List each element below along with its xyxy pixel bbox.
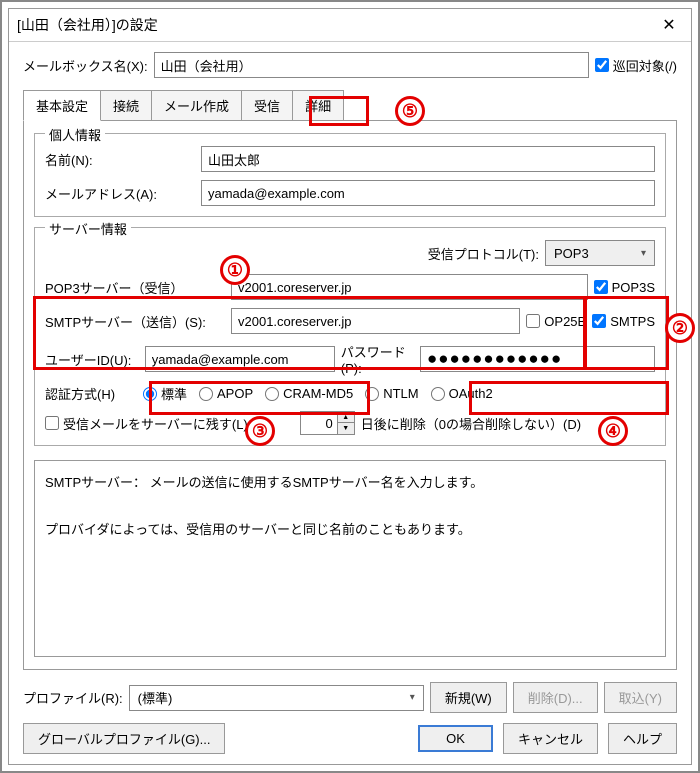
recv-proto-label: 受信プロトコル(T): [428,244,539,263]
userid-input[interactable] [145,346,335,372]
smtp-label: SMTPサーバー（送信）(S): [45,312,225,331]
pop3s-label: POP3S [612,280,655,295]
address-input[interactable] [201,180,655,206]
spinner-down-icon[interactable]: ▼ [338,423,354,434]
pop3-label: POP3サーバー（受信） [45,278,225,297]
address-label: メールアドレス(A): [45,184,195,203]
auth-radio-group: 標準 APOP CRAM-MD5 NTLM OAuth2 [143,384,493,403]
help-line1: SMTPサーバー： メールの送信に使用するSMTPサーバー名を入力します。 [45,471,655,494]
auth-radio-ntlm[interactable]: NTLM [365,386,418,401]
name-input[interactable] [201,146,655,172]
tab-basic[interactable]: 基本設定 [23,90,101,121]
auth-radio-standard[interactable]: 標準 [143,384,187,403]
profile-import-button[interactable]: 取込(Y) [604,682,677,713]
server-info-group: サーバー情報 受信プロトコル(T): POP3 ▾ POP3サーバー（受信） P… [34,227,666,446]
userid-label: ユーザーID(U): [45,350,139,369]
spinner-up-icon[interactable]: ▲ [338,412,354,423]
days-suffix-label: 日後に削除（0の場合削除しない）(D) [361,414,581,433]
profile-new-button[interactable]: 新規(W) [430,682,507,713]
tab-receive[interactable]: 受信 [241,90,293,120]
personal-legend: 個人情報 [45,125,105,144]
window-title: [山田（会社用）]の設定 [17,15,655,35]
chevron-down-icon: ▾ [641,248,646,259]
tab-compose[interactable]: メール作成 [151,90,242,120]
patrol-checkbox[interactable]: 巡回対象(/) [595,56,677,75]
server-legend: サーバー情報 [45,219,131,238]
auth-radio-apop[interactable]: APOP [199,386,253,401]
tab-connection[interactable]: 接続 [100,90,152,120]
profile-label: プロファイル(R): [23,688,123,707]
profile-delete-button[interactable]: 削除(D)... [513,682,598,713]
password-label: パスワード(P): [341,342,414,376]
days-input[interactable] [301,412,337,434]
patrol-label: 巡回対象(/) [613,56,677,75]
help-line2: プロバイダによっては、受信用のサーバーと同じ名前のこともあります。 [45,518,655,541]
profile-select[interactable]: (標準) ▾ [129,685,424,711]
mailbox-name-input[interactable] [154,52,589,78]
global-profile-button[interactable]: グローバルプロファイル(G)... [23,723,225,754]
chevron-down-icon: ▾ [410,692,415,703]
password-input[interactable] [420,346,655,372]
days-spinner[interactable]: ▲ ▼ [300,411,355,435]
tab-detail[interactable]: 詳細 [292,90,344,120]
name-label: 名前(N): [45,150,195,169]
profile-value: (標準) [138,688,415,707]
ok-button[interactable]: OK [418,725,493,752]
op25b-label: OP25B [544,314,586,329]
help-text-box: SMTPサーバー： メールの送信に使用するSMTPサーバー名を入力します。 プロ… [34,460,666,657]
help-button[interactable]: ヘルプ [608,723,677,754]
personal-info-group: 個人情報 名前(N): メールアドレス(A): [34,133,666,217]
leave-on-server-checkbox[interactable]: 受信メールをサーバーに残す(L) [45,414,248,433]
smtps-checkbox[interactable]: SMTPS [592,314,655,329]
pop3s-checkbox[interactable]: POP3S [594,280,655,295]
auth-label: 認証方式(H) [45,384,137,403]
recv-proto-combo[interactable]: POP3 ▾ [545,240,655,266]
mailbox-label: メールボックス名(X): [23,56,148,75]
cancel-button[interactable]: キャンセル [503,723,598,754]
op25b-checkbox[interactable]: OP25B [526,314,586,329]
tabs: 基本設定 接続 メール作成 受信 詳細 [23,90,677,121]
close-icon[interactable]: ✕ [655,15,683,35]
pop3-server-input[interactable] [231,274,588,300]
auth-radio-oauth2[interactable]: OAuth2 [431,386,493,401]
smtp-server-input[interactable] [231,308,520,334]
smtps-label: SMTPS [610,314,655,329]
recv-proto-value: POP3 [554,246,641,261]
auth-radio-crammd5[interactable]: CRAM-MD5 [265,386,353,401]
leave-on-server-label: 受信メールをサーバーに残す(L) [63,414,248,433]
